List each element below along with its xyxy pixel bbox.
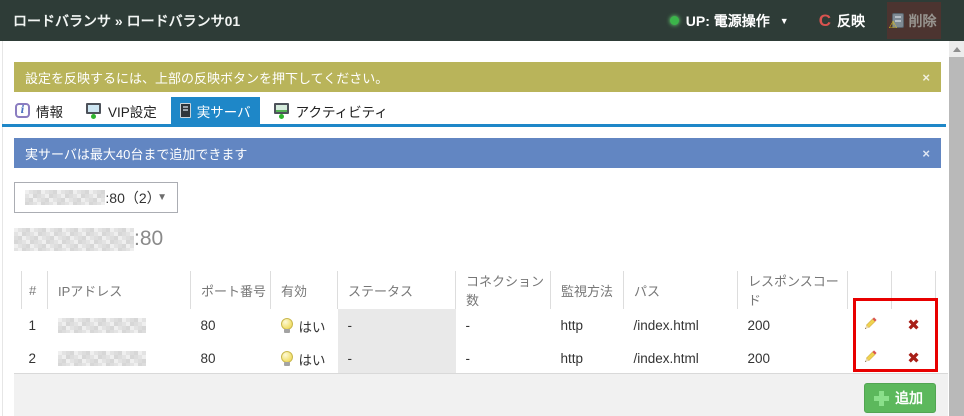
table-row: 1 80 はい - - http /index.html 200 (22, 309, 936, 342)
activity-monitor-icon (274, 103, 290, 119)
warning-triangle-icon: ⚠ (889, 21, 898, 31)
row-connections: - (456, 309, 551, 342)
edit-pencil-icon[interactable] (861, 316, 878, 336)
plus-icon (874, 391, 889, 406)
status-up-dot-icon (670, 16, 679, 25)
row-delete-cell: ✖ (892, 342, 936, 375)
top-bar: ロードバランサ » ロードバランサ01 UP: 電源操作 ▼ C 反映 ⚠ 削除 (0, 0, 964, 41)
tab-bar: i 情報 VIP設定 実サーバ アクティビティ (6, 97, 397, 124)
col-header-port: ポート番号 (191, 271, 271, 309)
col-header-ip: IPアドレス (48, 271, 191, 309)
lightbulb-icon (281, 318, 293, 333)
close-icon[interactable]: × (922, 146, 930, 161)
top-bar-actions: UP: 電源操作 ▼ C 反映 ⚠ 削除 (670, 0, 964, 41)
tab-info-label: 情報 (36, 101, 63, 121)
row-port: 80 (191, 342, 271, 375)
row-connections: - (456, 342, 551, 375)
col-header-path: パス (624, 271, 738, 309)
row-monitor: http (551, 309, 624, 342)
scrollbar-thumb[interactable] (949, 57, 964, 416)
row-enabled-label: はい (299, 316, 326, 336)
add-server-button[interactable]: 追加 (864, 383, 936, 413)
table-footer: 追加 (14, 373, 948, 416)
delete-button-label: 削除 (909, 11, 937, 31)
col-header-enabled: 有効 (271, 271, 338, 309)
dropdown-arrow-icon: ▼ (157, 192, 167, 203)
apply-notice-text: 設定を反映するには、上部の反映ボタンを押下してください。 (25, 68, 388, 87)
close-icon[interactable]: × (922, 70, 930, 85)
redacted-ip-block (58, 318, 146, 333)
edit-pencil-icon[interactable] (861, 349, 878, 369)
breadcrumb[interactable]: ロードバランサ » ロードバランサ01 (13, 11, 240, 31)
col-header-connections: コネクション数 (456, 271, 551, 309)
redacted-ip-block (58, 351, 146, 366)
col-header-monitor: 監視方法 (551, 271, 624, 309)
tab-activity-label: アクティビティ (296, 101, 388, 121)
row-monitor: http (551, 342, 624, 375)
active-tab-underline (2, 124, 946, 127)
max-servers-banner: 実サーバは最大40台まで追加できます × (14, 138, 941, 168)
row-status: - (338, 309, 456, 342)
apply-button[interactable]: C 反映 (819, 11, 865, 31)
tab-vip-label: VIP設定 (108, 101, 157, 121)
load-balancer-page: ロードバランサ » ロードバランサ01 UP: 電源操作 ▼ C 反映 ⚠ 削除 (0, 0, 964, 416)
row-num: 2 (22, 342, 48, 375)
apply-notice-banner: 設定を反映するには、上部の反映ボタンを押下してください。 × (14, 62, 941, 92)
scrollbar-up-button[interactable] (949, 41, 964, 57)
col-header-response: レスポンスコード (738, 271, 848, 309)
vip-heading-suffix: :80 (134, 227, 163, 251)
left-edge-divider (2, 41, 3, 416)
chevron-down-icon: ▼ (780, 16, 789, 26)
tab-activity[interactable]: アクティビティ (265, 97, 397, 124)
apply-button-label: 反映 (837, 11, 865, 31)
vip-section-heading: :80 (14, 227, 163, 251)
table-header-row: # IPアドレス ポート番号 有効 ステータス コネクション数 監視方法 パス … (22, 271, 936, 309)
delete-x-icon[interactable]: ✖ (907, 318, 920, 333)
delete-x-icon[interactable]: ✖ (907, 351, 920, 366)
col-header-num: # (22, 271, 48, 309)
row-path: /index.html (624, 309, 738, 342)
col-header-delete (892, 271, 936, 309)
table-row: 2 80 はい - - http /index.html 200 (22, 342, 936, 375)
power-menu-button[interactable]: UP: 電源操作 ▼ (670, 11, 789, 31)
row-path: /index.html (624, 342, 738, 375)
power-menu-label: UP: 電源操作 (686, 11, 770, 31)
row-enabled: はい (271, 309, 338, 342)
redacted-ip-block (14, 228, 134, 251)
row-edit-cell (848, 342, 892, 375)
server-warning-icon: ⚠ (892, 13, 904, 28)
col-header-edit (848, 271, 892, 309)
vertical-scrollbar[interactable] (949, 41, 964, 416)
tab-vip-settings[interactable]: VIP設定 (77, 97, 166, 124)
delete-loadbalancer-button[interactable]: ⚠ 削除 (887, 2, 941, 39)
row-ip (48, 342, 191, 375)
row-response: 200 (738, 309, 848, 342)
info-icon: i (15, 103, 30, 118)
scroll-up-icon (953, 47, 961, 52)
max-servers-text: 実サーバは最大40台まで追加できます (25, 144, 247, 163)
lightbulb-icon (281, 351, 293, 366)
server-icon (180, 103, 191, 118)
monitor-icon (86, 103, 102, 119)
add-button-label: 追加 (895, 388, 923, 408)
tab-real-server-label: 実サーバ (197, 101, 251, 121)
row-delete-cell: ✖ (892, 309, 936, 342)
row-enabled-label: はい (299, 349, 326, 369)
real-servers-table: # IPアドレス ポート番号 有効 ステータス コネクション数 監視方法 パス … (21, 271, 936, 375)
refresh-icon: C (819, 12, 831, 29)
row-edit-cell (848, 309, 892, 342)
tab-real-server[interactable]: 実サーバ (171, 97, 260, 124)
row-port: 80 (191, 309, 271, 342)
tab-info[interactable]: i 情報 (6, 97, 72, 124)
redacted-ip-block (25, 190, 105, 205)
row-num: 1 (22, 309, 48, 342)
vip-select-dropdown[interactable]: :80（2） ▼ (14, 182, 178, 213)
vip-select-value: :80（2） (105, 188, 157, 208)
row-status: - (338, 342, 456, 375)
row-response: 200 (738, 342, 848, 375)
row-ip (48, 309, 191, 342)
row-enabled: はい (271, 342, 338, 375)
col-header-status: ステータス (338, 271, 456, 309)
